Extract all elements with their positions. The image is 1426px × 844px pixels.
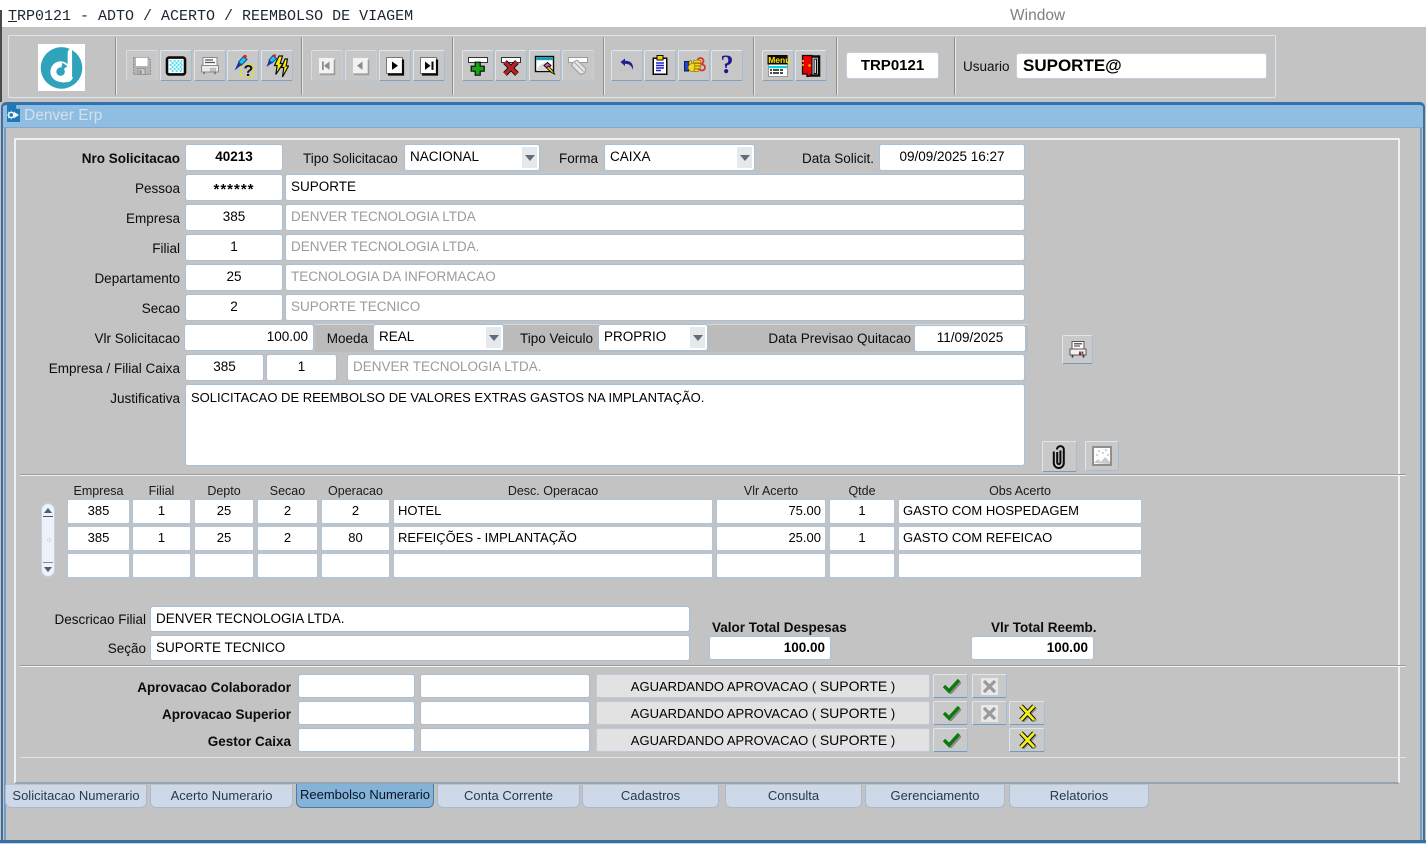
svg-text:?: ? [721,53,734,79]
svg-text:?: ? [244,63,254,78]
svg-text:Menu: Menu [768,54,790,64]
